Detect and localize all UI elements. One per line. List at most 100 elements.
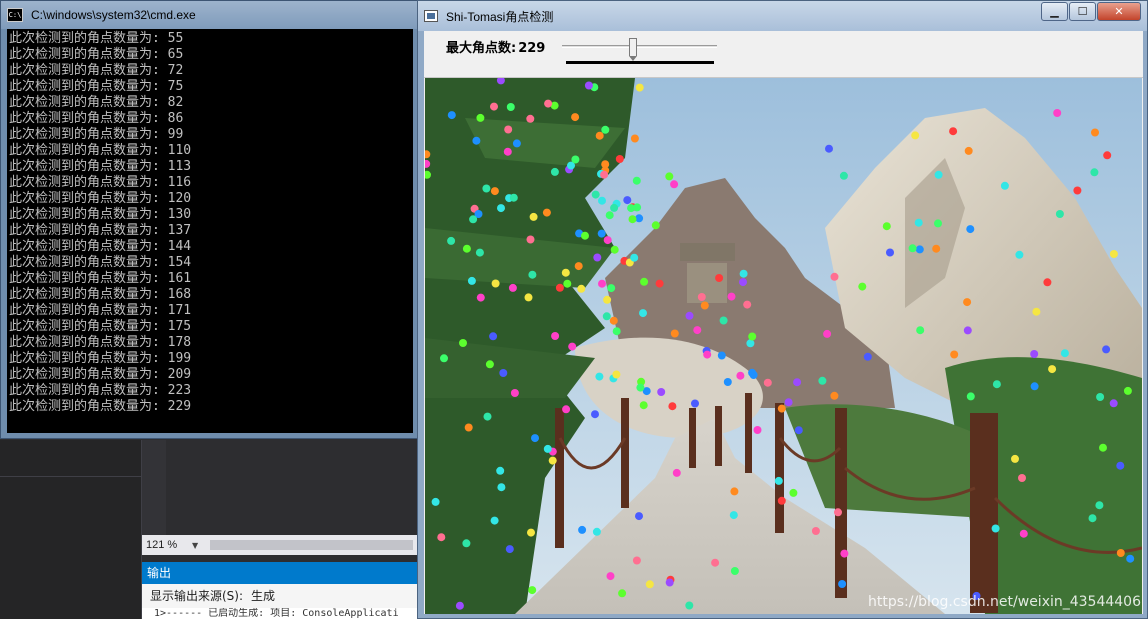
corner-point — [665, 172, 674, 181]
corner-point — [499, 369, 508, 377]
corner-point — [863, 352, 872, 361]
output-panel-title[interactable]: 输出 — [142, 562, 417, 584]
cmd-window[interactable]: C:\ C:\windows\system32\cmd.exe 此次检测到的角点… — [0, 0, 418, 439]
corner-point — [719, 316, 728, 325]
corner-point — [908, 244, 917, 253]
corner-point — [472, 136, 481, 145]
corner-point — [447, 111, 456, 120]
corner-point — [736, 371, 745, 380]
chevron-down-icon[interactable]: ▼ — [192, 541, 206, 550]
corner-point — [1102, 345, 1111, 354]
corner-point — [693, 326, 702, 335]
corner-point — [505, 545, 514, 554]
corner-point — [1030, 350, 1039, 358]
corner-point — [992, 380, 1001, 389]
corner-point — [529, 212, 538, 221]
trackbar-thumb[interactable] — [629, 38, 637, 61]
corner-point — [483, 412, 492, 421]
corner-point — [838, 580, 847, 588]
corner-point — [574, 262, 583, 271]
corner-point — [490, 187, 499, 196]
trackbar-slider[interactable] — [562, 45, 717, 48]
corner-point — [605, 211, 614, 220]
corner-point — [882, 222, 891, 231]
corner-point — [628, 215, 637, 224]
corner-point — [991, 524, 1000, 533]
corner-point — [730, 487, 739, 496]
corner-point — [763, 378, 772, 387]
corner-point — [818, 376, 827, 385]
corner-point — [1073, 186, 1082, 195]
output-source-bar: 显示输出来源(S): 生成 — [142, 584, 417, 608]
corner-point — [603, 295, 612, 304]
console-line: 此次检测到的角点数量为: 229 — [9, 399, 192, 414]
maximize-icon[interactable]: ☐ — [1069, 2, 1096, 21]
shi-tomasi-window[interactable]: Shi-Tomasi角点检测 ▁ ☐ ✕ 最大角点数: 229 https://… — [417, 0, 1148, 619]
corner-point — [1109, 399, 1118, 408]
corner-point — [555, 283, 564, 292]
corner-point — [950, 350, 959, 359]
minimize-icon[interactable]: ▁ — [1041, 2, 1068, 21]
corner-point — [670, 180, 679, 189]
corner-point — [1043, 278, 1052, 287]
cmd-icon[interactable]: C:\ — [7, 8, 23, 22]
corner-point — [618, 589, 627, 598]
corner-point — [635, 83, 644, 92]
console-line: 此次检测到的角点数量为: 65 — [9, 47, 184, 62]
cv-title-bar[interactable]: Shi-Tomasi角点检测 ▁ ☐ ✕ — [418, 1, 1147, 31]
corner-point — [1011, 454, 1019, 463]
console-line: 此次检测到的角点数量为: 82 — [9, 95, 184, 110]
corner-point — [645, 580, 654, 589]
window-icon[interactable] — [424, 10, 438, 22]
corner-point — [811, 527, 820, 535]
corner-point — [455, 601, 464, 610]
corner-point — [490, 102, 498, 111]
fence-post — [970, 413, 998, 613]
output-text: 1>------ 已启动生成: 项目: ConsoleApplicati — [142, 608, 417, 619]
corner-point — [746, 339, 755, 348]
corner-point — [685, 601, 694, 610]
corner-point — [562, 405, 571, 414]
cmd-console-output[interactable]: 此次检测到的角点数量为: 55 此次检测到的角点数量为: 65 此次检测到的角点数量… — [7, 29, 413, 433]
mountain-path-image[interactable]: https://blog.csdn.net/weixin_43544406 — [425, 78, 1142, 614]
corner-point — [431, 497, 440, 506]
corner-point — [963, 298, 972, 307]
corner-point — [603, 236, 612, 245]
corner-point — [577, 284, 586, 293]
console-line: 此次检测到的角点数量为: 110 — [9, 143, 192, 158]
horizontal-scrollbar[interactable] — [210, 540, 413, 550]
corner-point — [1109, 250, 1118, 258]
corner-point — [531, 434, 539, 443]
corner-point — [1055, 210, 1064, 218]
corner-point — [632, 556, 641, 565]
cmd-title-bar[interactable]: C:\ C:\windows\system32\cmd.exe — [1, 1, 417, 29]
ide-divider — [0, 476, 142, 477]
corner-point — [748, 368, 757, 377]
console-line: 此次检测到的角点数量为: 72 — [9, 63, 184, 78]
corner-point — [834, 508, 842, 517]
corner-point — [657, 388, 666, 396]
corner-point — [485, 360, 494, 369]
corner-point — [509, 193, 518, 202]
corner-point — [1032, 307, 1041, 316]
output-source-select[interactable]: 生成 — [251, 589, 275, 603]
console-line: 此次检测到的角点数量为: 199 — [9, 351, 192, 366]
corner-point — [636, 383, 645, 392]
corner-point — [598, 279, 606, 288]
corner-point — [459, 339, 467, 347]
corner-point — [464, 423, 473, 432]
corner-point — [578, 525, 587, 534]
corner-point — [542, 208, 551, 217]
zoom-value[interactable]: 121 % — [142, 539, 192, 551]
pavilion-roof — [680, 243, 735, 261]
corner-point — [934, 170, 943, 179]
cmd-window-title: C:\windows\system32\cmd.exe — [31, 8, 196, 22]
corner-point — [963, 326, 972, 335]
close-icon[interactable]: ✕ — [1097, 2, 1141, 21]
corner-point — [777, 404, 786, 413]
corner-point — [440, 354, 448, 363]
corner-point — [476, 293, 485, 302]
corner-point — [784, 398, 793, 407]
corner-point — [727, 292, 736, 301]
cv-window-title: Shi-Tomasi角点检测 — [446, 9, 554, 24]
